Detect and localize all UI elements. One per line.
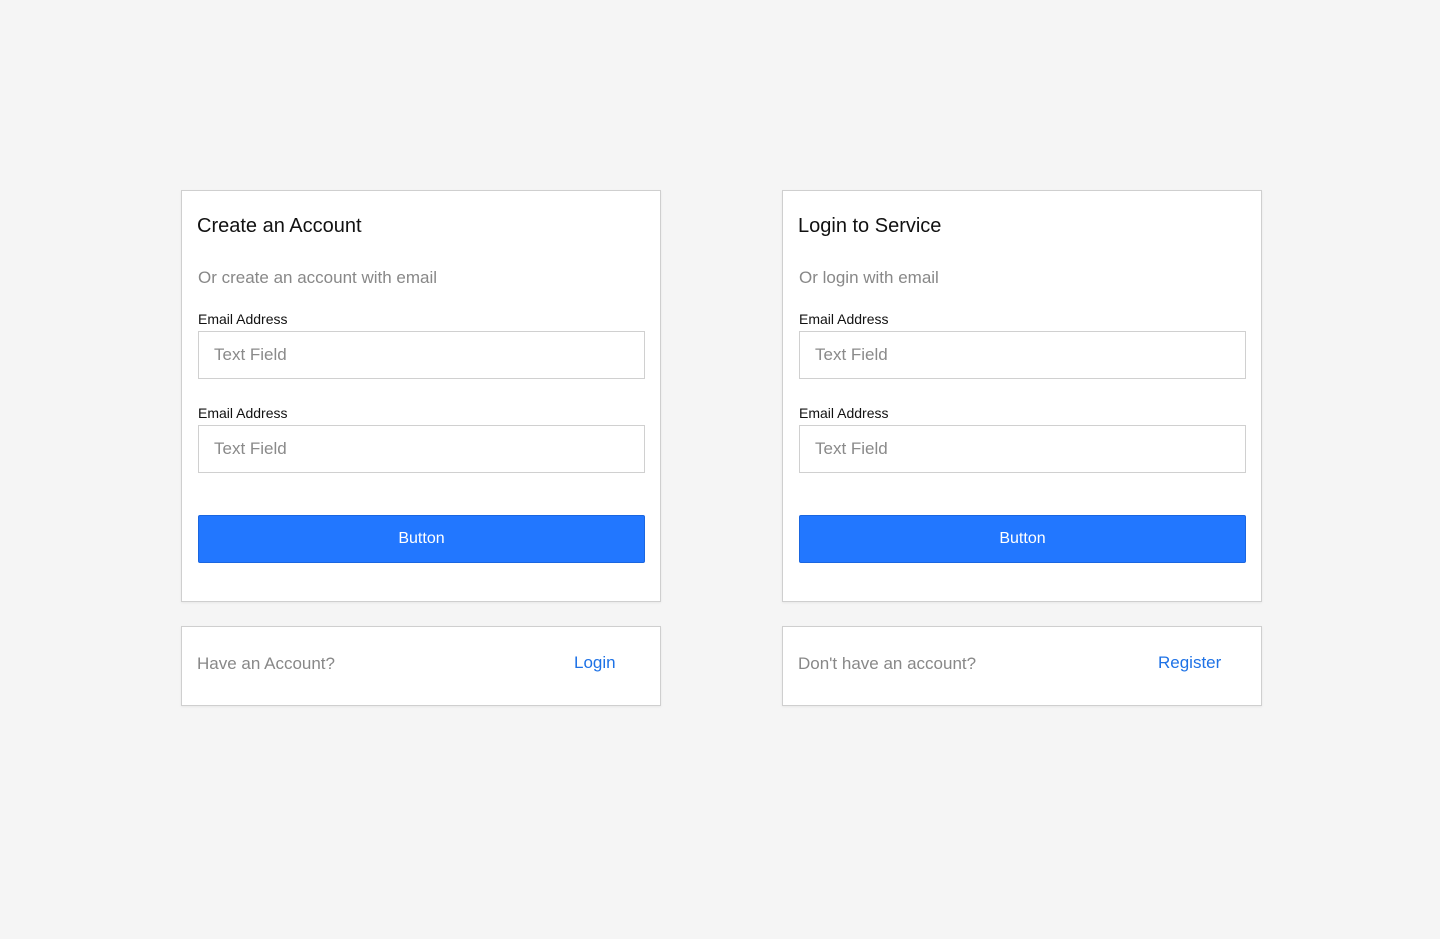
login-footer-card: Don't have an account? Register — [782, 626, 1262, 706]
login-card: Login to Service Or login with email Ema… — [782, 190, 1262, 602]
register-email-input-2[interactable] — [198, 425, 645, 473]
login-email-label-1: Email Address — [799, 311, 889, 327]
register-link[interactable]: Register — [1158, 653, 1221, 673]
login-subtitle: Or login with email — [799, 268, 939, 287]
login-submit-button[interactable]: Button — [799, 515, 1246, 563]
register-title: Create an Account — [197, 215, 362, 237]
register-email-label-1: Email Address — [198, 311, 288, 327]
register-email-label-2: Email Address — [198, 405, 288, 421]
login-email-input-2[interactable] — [799, 425, 1246, 473]
login-email-input-1[interactable] — [799, 331, 1246, 379]
login-title: Login to Service — [798, 215, 942, 237]
login-link[interactable]: Login — [574, 653, 616, 673]
register-submit-button[interactable]: Button — [198, 515, 645, 563]
register-subtitle: Or create an account with email — [198, 268, 438, 287]
login-footer-prompt: Don't have an account? — [798, 654, 977, 673]
login-email-label-2: Email Address — [799, 405, 889, 421]
register-email-input-1[interactable] — [198, 331, 645, 379]
register-footer-card: Have an Account? Login — [181, 626, 661, 706]
register-card: Create an Account Or create an account w… — [181, 190, 661, 602]
register-footer-prompt: Have an Account? — [197, 654, 335, 673]
